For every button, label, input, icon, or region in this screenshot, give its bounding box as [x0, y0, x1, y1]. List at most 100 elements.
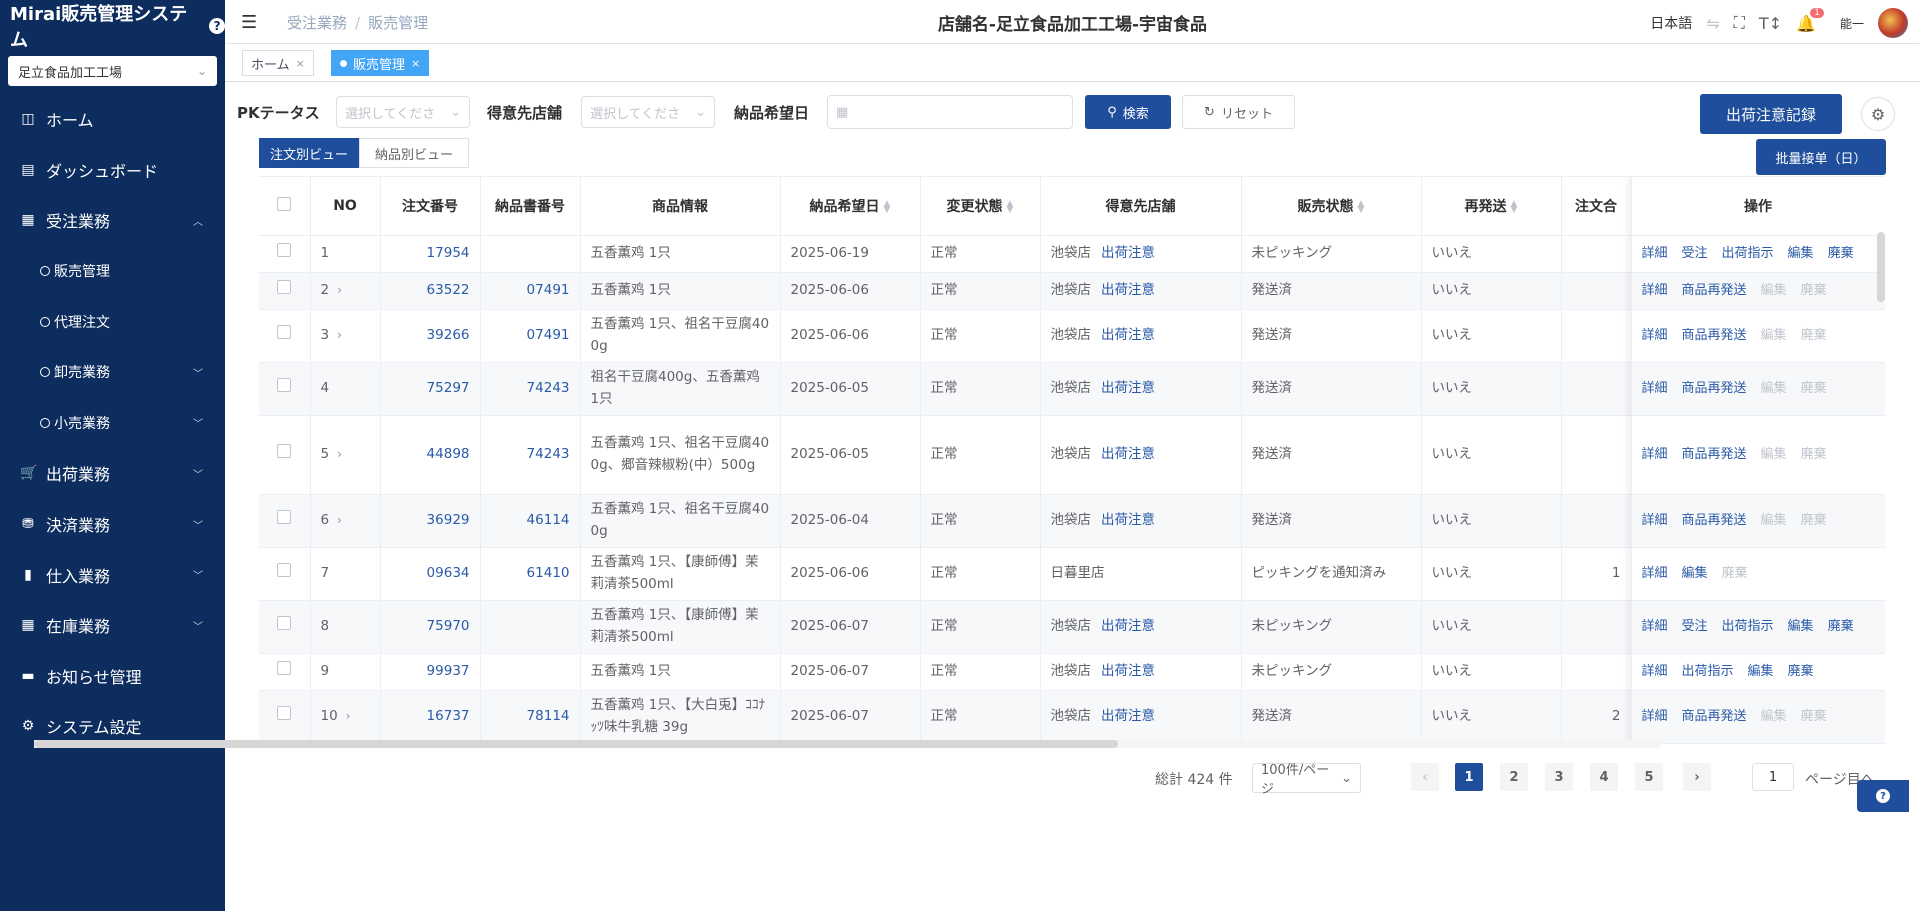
- sidebar-item[interactable]: ▦ 在庫業務 ﹀: [0, 600, 225, 651]
- operation-link[interactable]: 編集: [1682, 566, 1708, 581]
- row-checkbox[interactable]: [277, 615, 292, 630]
- order-number-link[interactable]: 44898: [380, 415, 481, 495]
- operation-link[interactable]: 受注: [1682, 246, 1708, 261]
- next-page-button[interactable]: ›: [1683, 763, 1711, 791]
- sidebar-item[interactable]: ▬ お知らせ管理: [0, 651, 225, 702]
- bulk-accept-button[interactable]: 批量接单（日）: [1756, 139, 1886, 175]
- delivery-number-link[interactable]: 46114: [480, 494, 581, 548]
- operation-link[interactable]: 詳細: [1642, 447, 1668, 462]
- table-row[interactable]: 2 › 63522 07491 五香薫鸡 1只 2025-06-06 正常 池袋店 出荷注意 発送…: [259, 272, 1885, 310]
- operation-link[interactable]: 出荷指示: [1722, 246, 1774, 261]
- sort-icon[interactable]: ▲ ▼: [1358, 199, 1365, 214]
- row-checkbox[interactable]: [277, 660, 292, 675]
- language-select[interactable]: 日本語: [1650, 13, 1692, 33]
- table-row[interactable]: 3 › 39266 07491 五香薫鸡 1只、祖名干豆腐400g 2025-06-06 正…: [259, 309, 1885, 363]
- operation-link[interactable]: 商品再発送: [1682, 447, 1747, 462]
- delivery-number-link[interactable]: 74243: [480, 415, 581, 495]
- operation-link[interactable]: 詳細: [1642, 381, 1668, 396]
- shipping-note-link[interactable]: 出荷注意: [1101, 282, 1155, 298]
- operation-link[interactable]: 商品再発送: [1682, 513, 1747, 528]
- page-size-select[interactable]: 100件/ページ ⌄: [1252, 763, 1361, 797]
- table-row[interactable]: 8 75970 五香薫鸡 1只、【康師傅】茉莉清茶500ml 2025-06-07 正常…: [259, 600, 1885, 654]
- chevron-right-icon[interactable]: ›: [346, 709, 351, 723]
- store-select[interactable]: 足立食品加工工場 ⌄: [8, 56, 217, 86]
- order-number-link[interactable]: 99937: [380, 653, 481, 691]
- row-checkbox[interactable]: [277, 509, 292, 524]
- row-checkbox[interactable]: [277, 562, 292, 577]
- view-by-order-button[interactable]: 注文別ビュー: [259, 138, 359, 168]
- operation-link[interactable]: 商品再発送: [1682, 328, 1747, 343]
- user-name[interactable]: 能一: [1840, 15, 1864, 32]
- shipping-note-link[interactable]: 出荷注意: [1101, 446, 1155, 462]
- shipping-note-link[interactable]: 出荷注意: [1101, 708, 1155, 724]
- operation-link[interactable]: 出荷指示: [1682, 664, 1734, 679]
- order-number-link[interactable]: 75970: [380, 600, 481, 654]
- sort-icon[interactable]: ▲ ▼: [1511, 199, 1518, 214]
- operation-link[interactable]: 商品再発送: [1682, 283, 1747, 298]
- operation-link[interactable]: 詳細: [1642, 709, 1668, 724]
- close-icon[interactable]: ×: [296, 57, 305, 70]
- operation-link[interactable]: 詳細: [1642, 566, 1668, 581]
- help-icon[interactable]: ?: [209, 18, 225, 34]
- operation-link[interactable]: 出荷指示: [1722, 619, 1774, 634]
- translate-icon[interactable]: ⇋: [1706, 14, 1719, 33]
- sidebar-item[interactable]: ◫ ホーム: [0, 94, 225, 145]
- shipping-note-record-button[interactable]: 出荷注意記録: [1700, 94, 1842, 134]
- font-size-icon[interactable]: T↕: [1759, 14, 1782, 33]
- row-checkbox[interactable]: [277, 279, 292, 294]
- delivery-date-picker[interactable]: ▦: [827, 95, 1073, 129]
- delivery-number-link[interactable]: [480, 235, 581, 273]
- page-number-button[interactable]: 3: [1545, 763, 1573, 791]
- delivery-number-link[interactable]: 07491: [480, 272, 581, 310]
- delivery-number-link[interactable]: 07491: [480, 309, 581, 363]
- close-icon[interactable]: ×: [411, 57, 420, 70]
- operation-link[interactable]: 廃棄: [1828, 619, 1854, 634]
- sidebar-item[interactable]: 販売管理: [0, 246, 225, 297]
- column-header-sortable[interactable]: 再発送 ▲ ▼: [1421, 177, 1562, 236]
- sidebar-item[interactable]: 🛒 出荷業務 ﹀: [0, 448, 225, 499]
- view-by-delivery-button[interactable]: 納品別ビュー: [359, 138, 469, 168]
- order-number-link[interactable]: 09634: [380, 547, 481, 601]
- prev-page-button[interactable]: ‹: [1411, 763, 1439, 791]
- table-row[interactable]: 9 99937 五香薫鸡 1只 2025-06-07 正常 池袋店 出荷注意 未ピッキング いい…: [259, 653, 1885, 691]
- order-number-link[interactable]: 16737: [380, 690, 481, 744]
- operation-link[interactable]: 編集: [1788, 619, 1814, 634]
- settings-gear-icon[interactable]: ⚙: [1861, 97, 1895, 131]
- sidebar-item[interactable]: ▦ 受注業務 ︿: [0, 195, 225, 246]
- order-number-link[interactable]: 75297: [380, 362, 481, 416]
- chevron-right-icon[interactable]: ›: [337, 283, 342, 297]
- sidebar-item[interactable]: 卸売業務 ﹀: [0, 347, 225, 398]
- scrollbar-thumb[interactable]: [34, 740, 1118, 748]
- row-checkbox[interactable]: [277, 242, 292, 257]
- table-row[interactable]: 1 17954 五香薫鸡 1只 2025-06-19 正常 池袋店 出荷注意 未ピッキング いい…: [259, 235, 1885, 273]
- shipping-note-link[interactable]: 出荷注意: [1101, 245, 1155, 261]
- page-number-button[interactable]: 4: [1590, 763, 1618, 791]
- sort-icon[interactable]: ▲ ▼: [884, 199, 891, 214]
- column-header-sortable[interactable]: 販売状態 ▲ ▼: [1241, 177, 1422, 236]
- shipping-note-link[interactable]: 出荷注意: [1101, 618, 1155, 634]
- breadcrumb-item[interactable]: 受注業務: [287, 14, 347, 32]
- order-number-link[interactable]: 36929: [380, 494, 481, 548]
- row-checkbox[interactable]: [277, 443, 292, 458]
- tab-home[interactable]: ホーム ×: [242, 50, 314, 76]
- delivery-number-link[interactable]: 74243: [480, 362, 581, 416]
- vertical-scrollbar[interactable]: [1877, 232, 1885, 302]
- sidebar-item[interactable]: ▤ ダッシュボード: [0, 145, 225, 196]
- table-row[interactable]: 7 09634 61410 五香薫鸡 1只、【康師傅】茉莉清茶500ml 2025-06…: [259, 547, 1885, 601]
- floating-help-button[interactable]: ?: [1857, 780, 1909, 812]
- sidebar-item[interactable]: 代理注文: [0, 296, 225, 347]
- chevron-right-icon[interactable]: ›: [337, 513, 342, 527]
- avatar[interactable]: [1878, 8, 1908, 38]
- operation-link[interactable]: 商品再発送: [1682, 709, 1747, 724]
- sort-icon[interactable]: ▲ ▼: [1007, 199, 1014, 214]
- select-all-checkbox[interactable]: [277, 196, 292, 211]
- sidebar-item[interactable]: ⛃ 決済業務 ﹀: [0, 499, 225, 550]
- page-jump-input[interactable]: 1: [1752, 763, 1794, 791]
- table-row[interactable]: 10 › 16737 78114 五香薫鸡 1只、【大白兎】ｺｺﾅｯﾂ味牛乳糖 39g 2…: [259, 690, 1885, 744]
- shipping-note-link[interactable]: 出荷注意: [1101, 327, 1155, 343]
- delivery-number-link[interactable]: 78114: [480, 690, 581, 744]
- row-checkbox[interactable]: [277, 705, 292, 720]
- operation-link[interactable]: 編集: [1748, 664, 1774, 679]
- hamburger-icon[interactable]: ☰: [241, 12, 257, 33]
- operation-link[interactable]: 商品再発送: [1682, 381, 1747, 396]
